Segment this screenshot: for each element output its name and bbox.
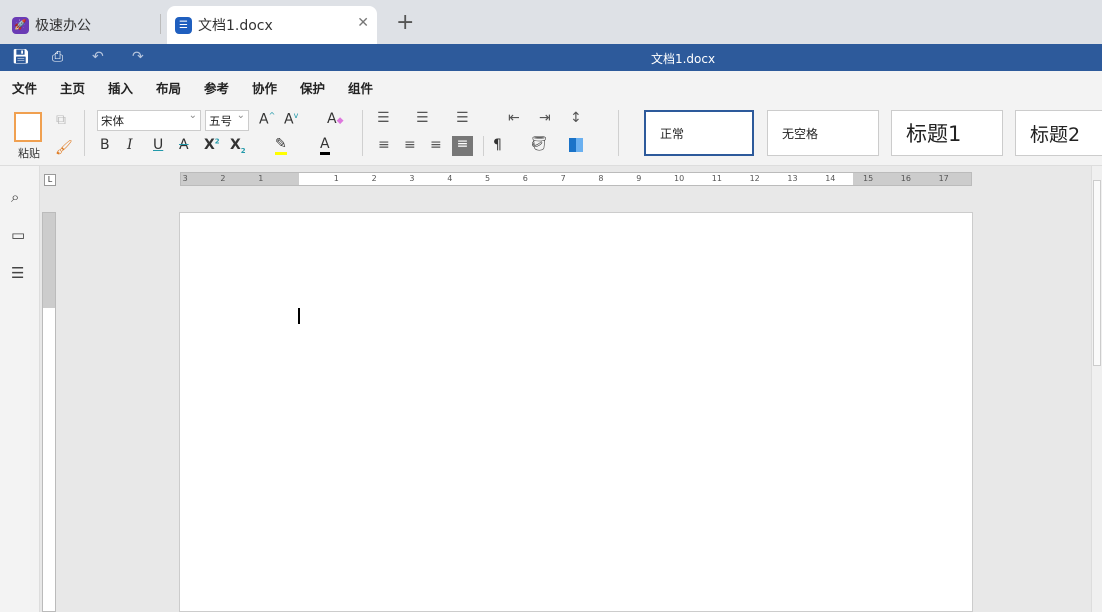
clear-format-icon[interactable]: A◆ bbox=[327, 111, 344, 127]
ruler-number: 5 bbox=[485, 174, 491, 183]
document-icon: ☰ bbox=[175, 16, 192, 34]
font-color-icon[interactable]: A bbox=[320, 136, 330, 155]
justify-icon[interactable]: ≡ bbox=[452, 136, 473, 156]
ruler-number: 15 bbox=[863, 174, 874, 183]
ruler-number: 16 bbox=[900, 174, 911, 183]
decrease-font-icon[interactable]: Av bbox=[284, 111, 298, 128]
text-cursor bbox=[298, 308, 300, 324]
underline-icon[interactable]: U bbox=[153, 137, 163, 153]
scrollbar-thumb[interactable] bbox=[1093, 180, 1101, 366]
ruler-number: 6 bbox=[522, 174, 528, 183]
vertical-scrollbar[interactable] bbox=[1091, 166, 1102, 612]
font-name-select[interactable]: 宋体 bbox=[97, 110, 201, 131]
tab-document[interactable]: ☰ 文档1.docx ✕ bbox=[167, 6, 377, 44]
decrease-indent-icon[interactable]: ⇤ bbox=[508, 110, 520, 126]
divider bbox=[483, 136, 484, 156]
ruler-number: 11 bbox=[711, 174, 722, 183]
format-painter-icon[interactable]: 🖌︎ bbox=[55, 140, 73, 156]
increase-indent-icon[interactable]: ⇥ bbox=[539, 110, 551, 126]
ruler-number: 14 bbox=[825, 174, 836, 183]
multilevel-list-icon[interactable]: ☰ bbox=[456, 110, 469, 126]
paste-icon[interactable] bbox=[14, 112, 42, 142]
bullet-list-icon[interactable]: ☰ bbox=[377, 110, 390, 126]
tab-stop-selector[interactable]: L bbox=[44, 174, 56, 186]
divider bbox=[84, 110, 85, 156]
ruler-number: 2 bbox=[371, 174, 377, 183]
paste-label: 粘贴 bbox=[18, 147, 40, 160]
ruler-number: 7 bbox=[560, 174, 566, 183]
vertical-ruler[interactable] bbox=[42, 212, 56, 612]
document-page[interactable] bbox=[179, 212, 973, 612]
style-heading1[interactable]: 标题1 bbox=[891, 110, 1003, 156]
increase-font-icon[interactable]: A^ bbox=[259, 111, 275, 128]
window-title: 文档1.docx bbox=[650, 52, 716, 66]
menu-references[interactable]: 参考 bbox=[204, 78, 229, 97]
tab-divider bbox=[160, 14, 161, 34]
new-tab-button[interactable]: + bbox=[396, 10, 414, 35]
copy-icon[interactable]: ⧉ bbox=[56, 112, 66, 128]
style-no-spacing[interactable]: 无空格 bbox=[767, 110, 879, 156]
left-sidebar: ⌕ ▭ ☰ bbox=[0, 166, 40, 612]
tab-label: 文档1.docx bbox=[198, 18, 273, 34]
align-center-icon[interactable]: ≡ bbox=[404, 137, 416, 153]
search-icon[interactable]: ⌕ bbox=[11, 188, 19, 206]
ruler-number: 10 bbox=[674, 174, 685, 183]
ruler-number: 3 bbox=[409, 174, 415, 183]
tab-label: 极速办公 bbox=[35, 18, 91, 34]
rocket-icon: 🚀 bbox=[12, 16, 29, 34]
font-size-select[interactable]: 五号 bbox=[205, 110, 249, 131]
superscript-icon[interactable]: X2 bbox=[204, 137, 220, 153]
align-right-icon[interactable]: ≡ bbox=[430, 137, 442, 153]
borders-icon[interactable] bbox=[569, 138, 583, 152]
style-heading2[interactable]: 标题2 bbox=[1015, 110, 1102, 156]
menu-bar: 文件 主页 插入 布局 参考 协作 保护 组件 bbox=[0, 71, 1102, 103]
ruler-number: 3 bbox=[182, 174, 188, 183]
ruler-number: 4 bbox=[447, 174, 453, 183]
ruler-number: 8 bbox=[598, 174, 604, 183]
numbered-list-icon[interactable]: ☰ bbox=[416, 110, 429, 126]
close-icon[interactable]: ✕ bbox=[357, 15, 369, 31]
tab-app[interactable]: 🚀 极速办公 bbox=[12, 6, 91, 44]
ruler-number: 2 bbox=[220, 174, 226, 183]
align-left-icon[interactable]: ≡ bbox=[378, 137, 390, 153]
menu-plugins[interactable]: 组件 bbox=[348, 78, 373, 97]
quick-access-bar: 💾︎ ⎙ ↶ ↷ 文档1.docx bbox=[0, 44, 1102, 71]
highlight-color-icon[interactable]: ✎ bbox=[275, 136, 287, 155]
subscript-icon[interactable]: X2 bbox=[230, 137, 246, 155]
tab-bar: 🚀 极速办公 ☰ 文档1.docx ✕ + bbox=[0, 0, 1102, 44]
menu-insert[interactable]: 插入 bbox=[108, 78, 133, 97]
style-normal[interactable]: 正常 bbox=[644, 110, 754, 156]
divider bbox=[618, 110, 619, 156]
menu-layout[interactable]: 布局 bbox=[156, 78, 181, 97]
bold-icon[interactable]: B bbox=[100, 137, 110, 153]
paragraph-marks-icon[interactable]: ¶ bbox=[493, 137, 502, 153]
comment-icon[interactable]: ▭ bbox=[11, 226, 25, 244]
ruler-number: 17 bbox=[938, 174, 949, 183]
ruler-number: 12 bbox=[749, 174, 760, 183]
menu-protect[interactable]: 保护 bbox=[300, 78, 325, 97]
ruler-number: 1 bbox=[333, 174, 339, 183]
ruler-number: 13 bbox=[787, 174, 798, 183]
italic-icon[interactable]: I bbox=[127, 137, 133, 153]
menu-collaborate[interactable]: 协作 bbox=[252, 78, 277, 97]
ruler-number: 1 bbox=[258, 174, 264, 183]
shading-icon[interactable]: 🪣︎ bbox=[530, 136, 548, 152]
horizontal-ruler[interactable]: 3 2 1 1 2 3 4 5 6 7 8 9 10 11 12 13 14 15 16 17 bbox=[180, 172, 972, 186]
ruler-number: 9 bbox=[636, 174, 642, 183]
line-spacing-icon[interactable]: ↕ bbox=[570, 110, 582, 126]
menu-file[interactable]: 文件 bbox=[12, 78, 37, 97]
strikethrough-icon[interactable]: A bbox=[179, 137, 189, 153]
navigation-icon[interactable]: ☰ bbox=[11, 264, 24, 282]
divider bbox=[362, 110, 363, 156]
toolbar: 粘贴 ⧉ 🖌︎ 宋体 五号 A^ Av A◆ B I U A X2 X2 ✎ A… bbox=[0, 100, 1102, 166]
